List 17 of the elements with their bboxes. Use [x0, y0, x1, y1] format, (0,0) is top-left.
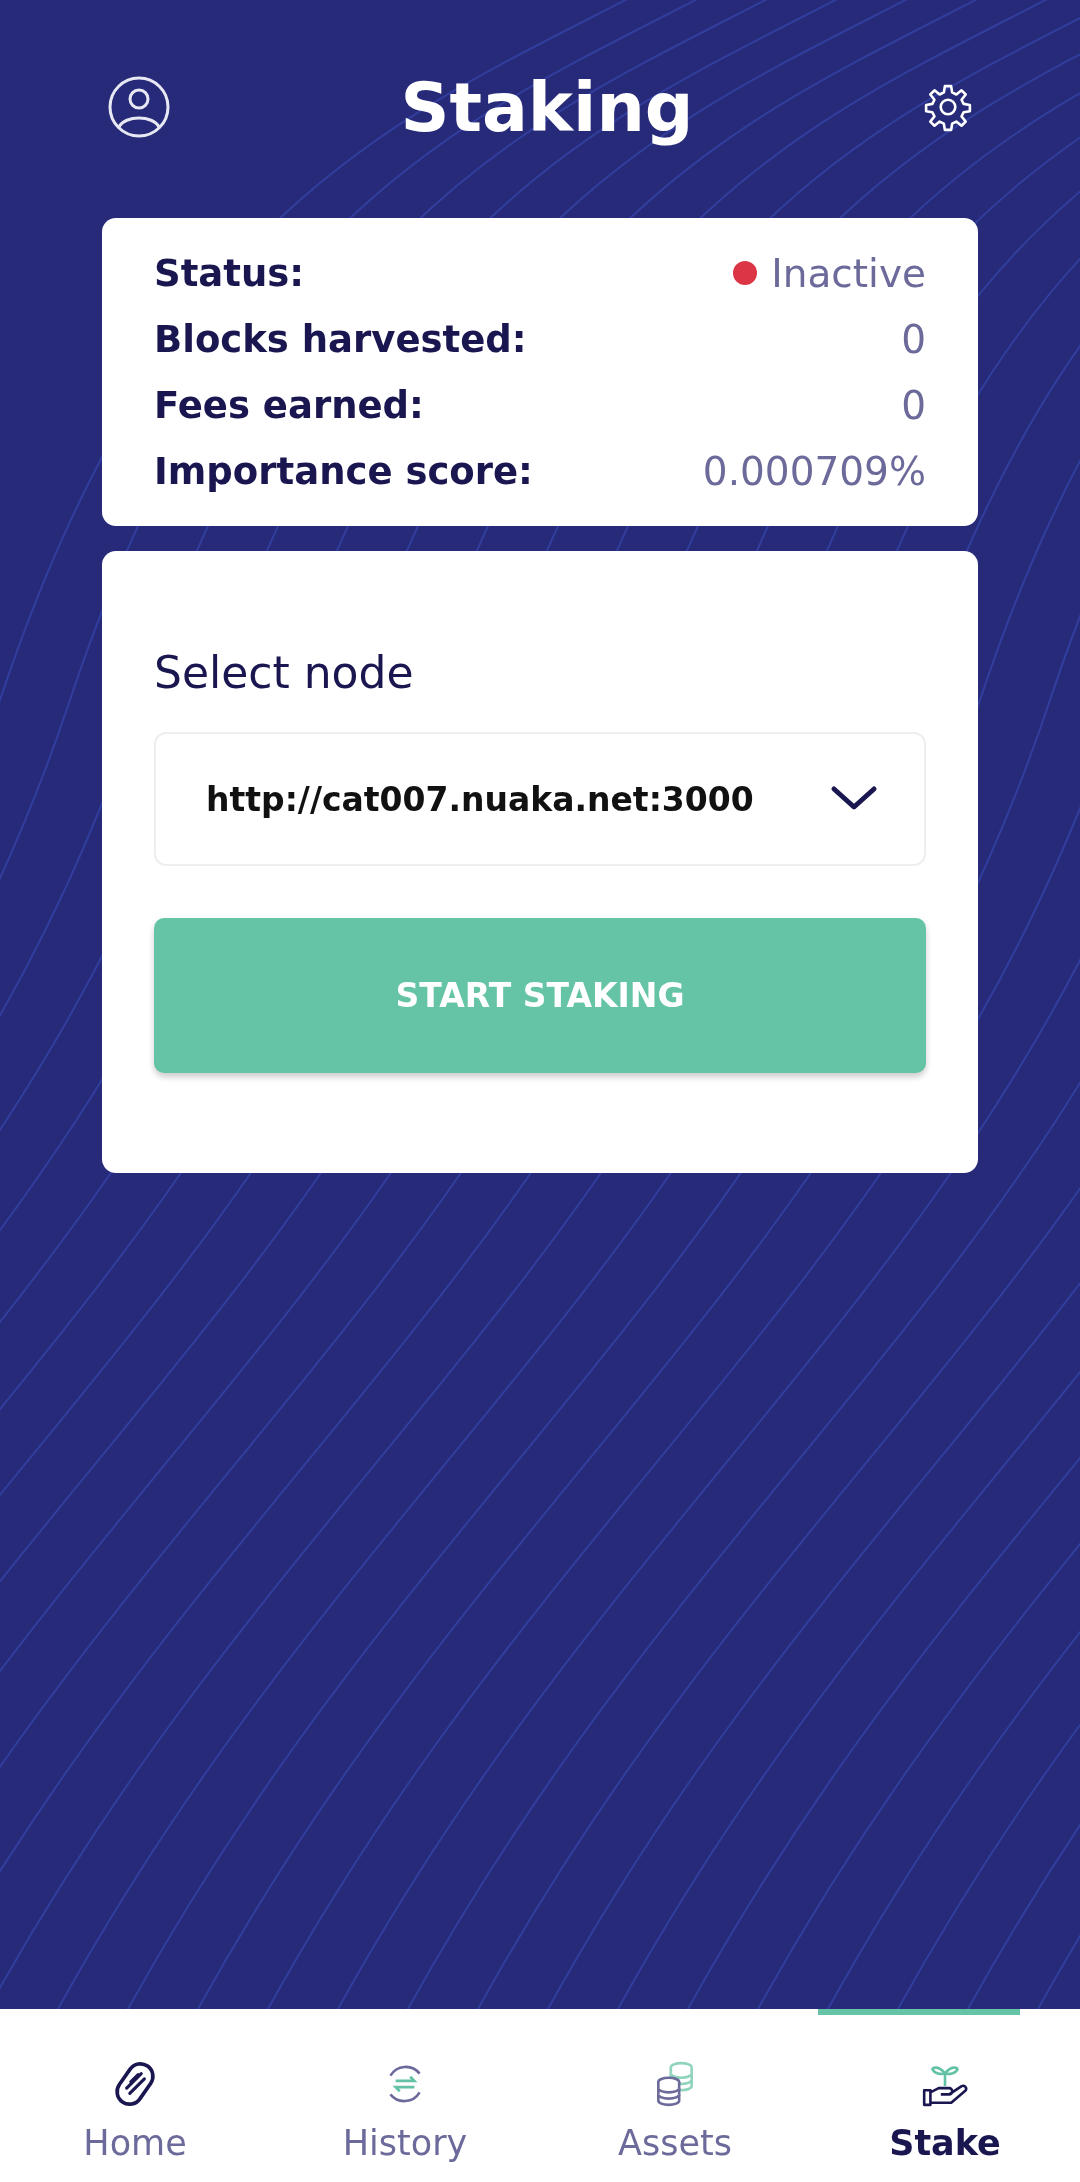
- nav-tab[interactable]: Assets: [540, 2009, 810, 2182]
- nav-tab[interactable]: History: [270, 2009, 540, 2182]
- page-title: Staking: [400, 67, 694, 147]
- stat-value: 0.000709%: [702, 448, 926, 494]
- node-dropdown[interactable]: http://cat007.nuaka.net:3000: [154, 732, 926, 866]
- stat-label: Importance score:: [154, 449, 533, 493]
- stat-label: Fees earned:: [154, 383, 424, 427]
- settings-icon[interactable]: [923, 82, 973, 132]
- stat-label: Status:: [154, 251, 305, 295]
- stat-value: 0: [901, 382, 926, 428]
- profile-icon[interactable]: [107, 75, 171, 139]
- field-label: Select node: [154, 647, 415, 698]
- stat-label: Blocks harvested:: [154, 317, 527, 361]
- stat-value: Inactive: [771, 250, 926, 296]
- stat-value: 0: [901, 316, 926, 362]
- nav-tab[interactable]: Home: [0, 2009, 270, 2182]
- nav-tab[interactable]: Stake: [810, 2009, 1080, 2182]
